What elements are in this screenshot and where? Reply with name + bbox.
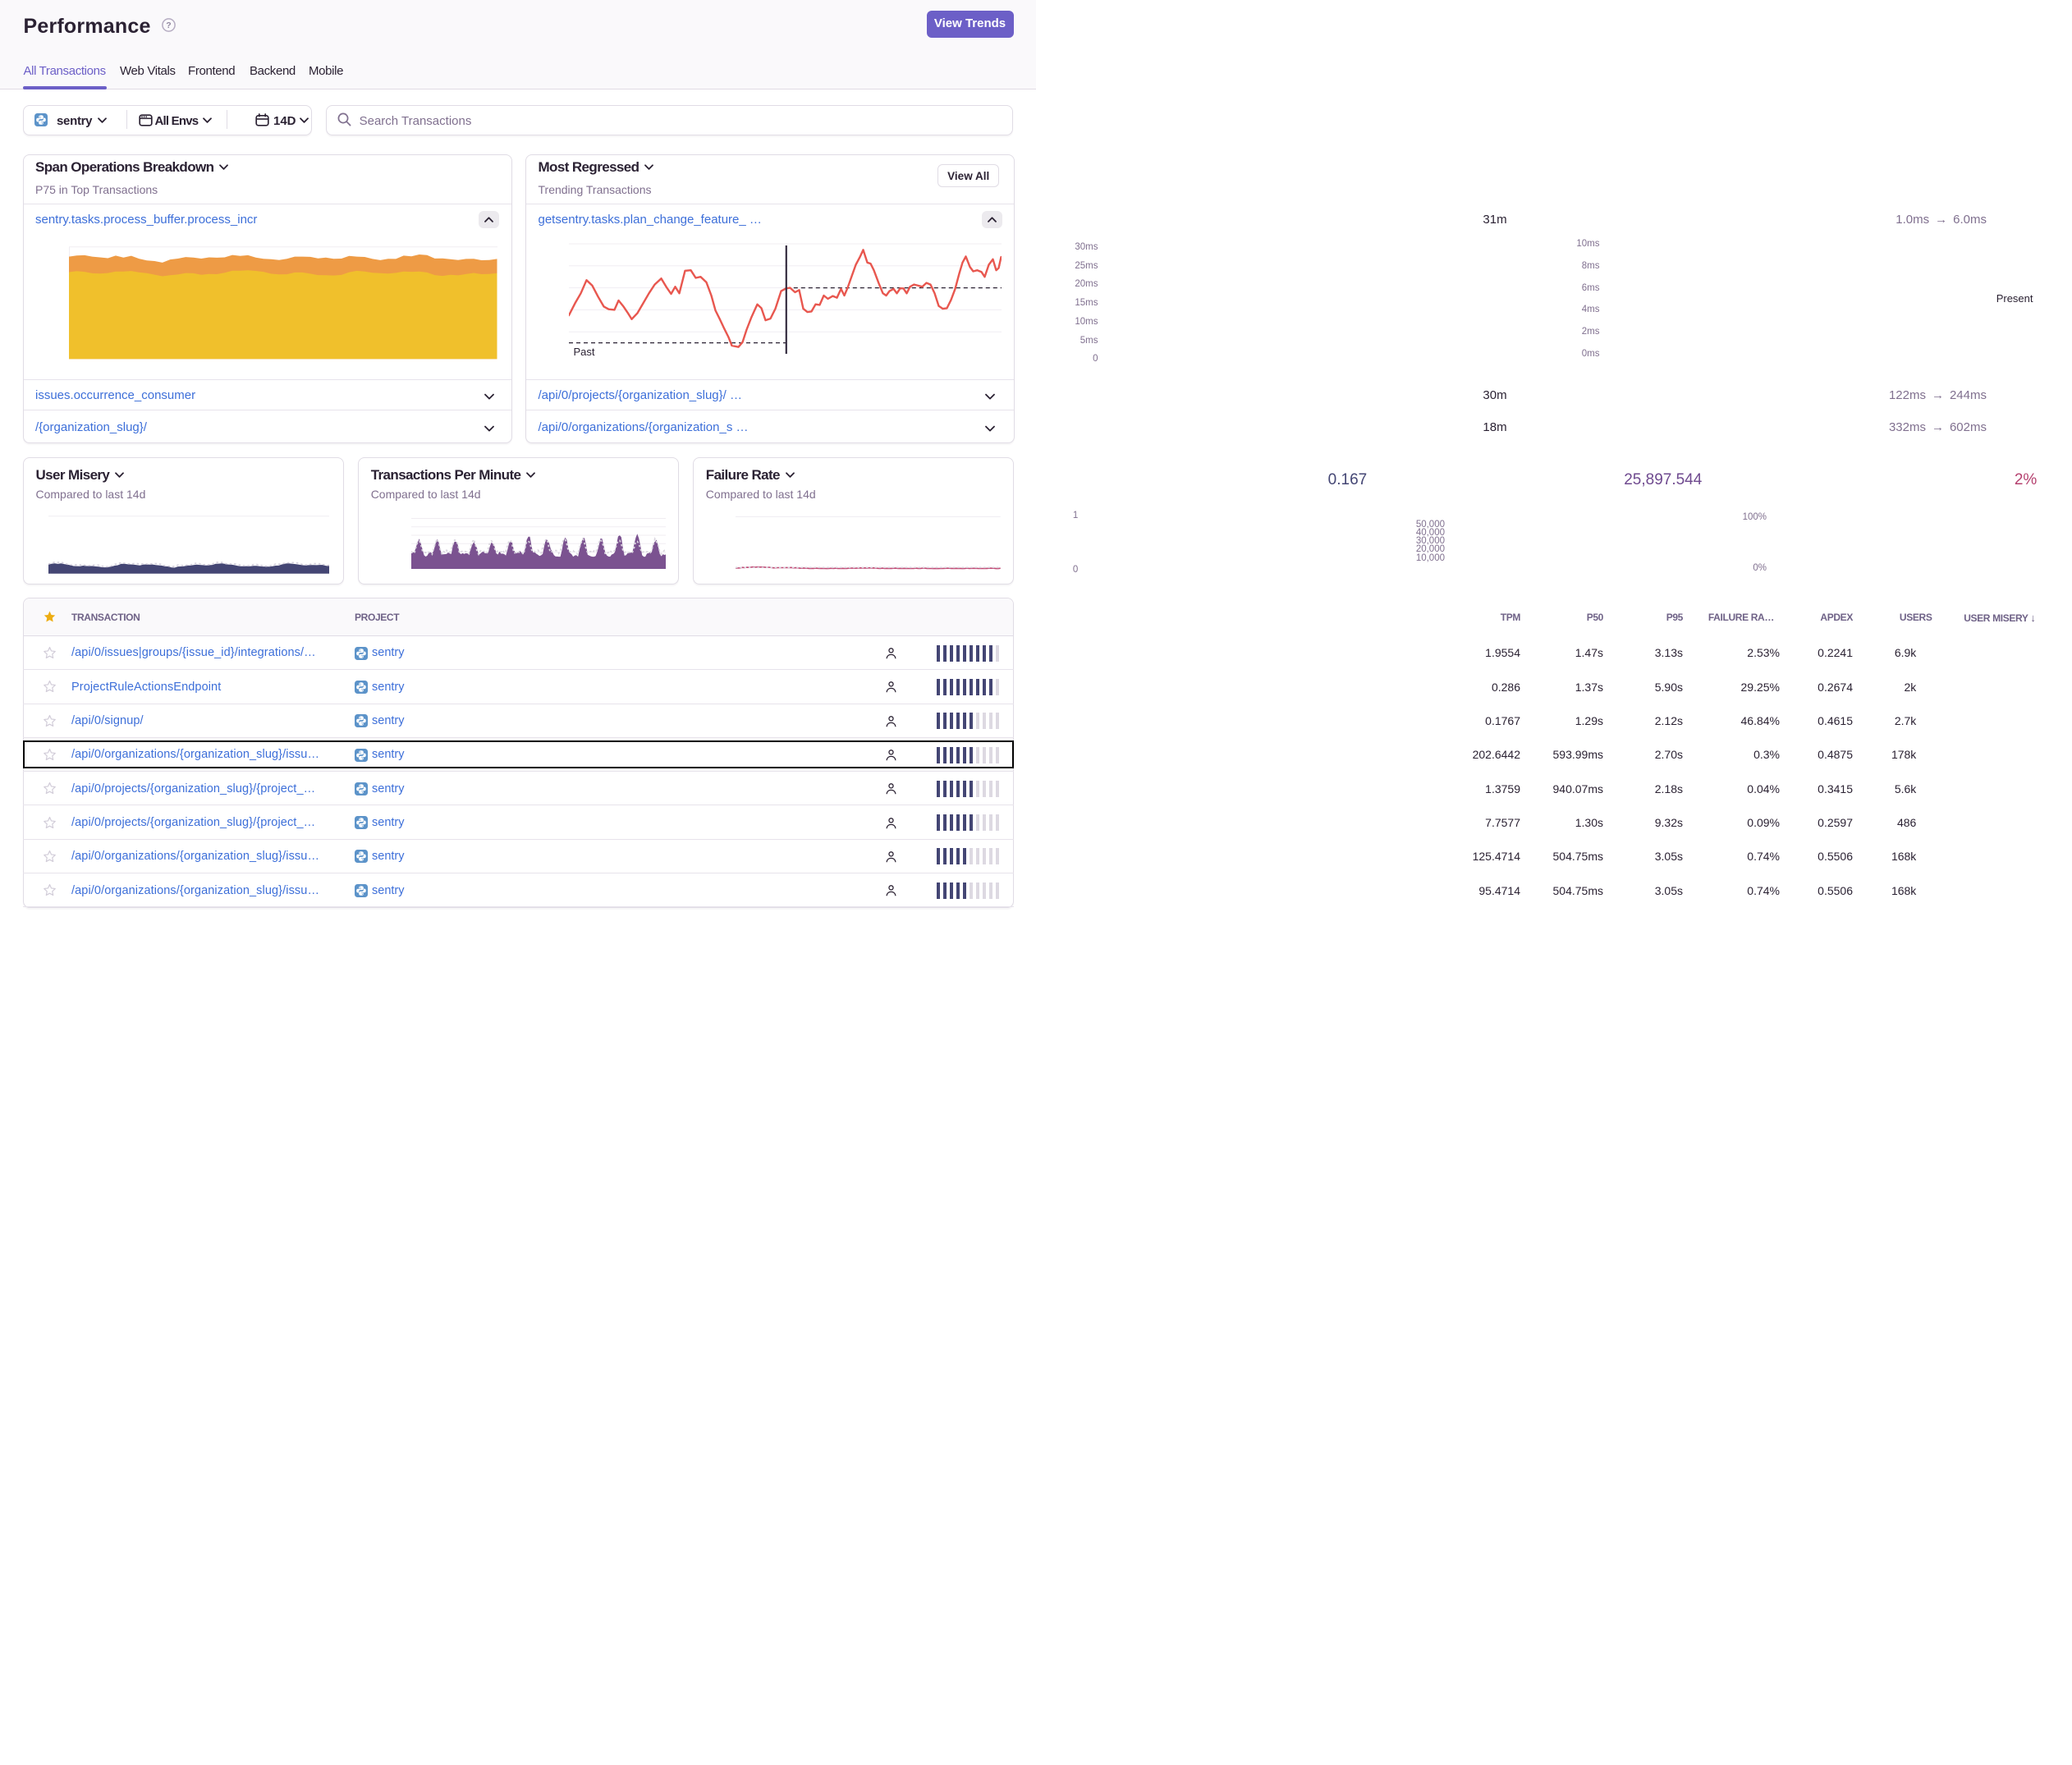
svg-text:?: ? xyxy=(166,21,171,30)
